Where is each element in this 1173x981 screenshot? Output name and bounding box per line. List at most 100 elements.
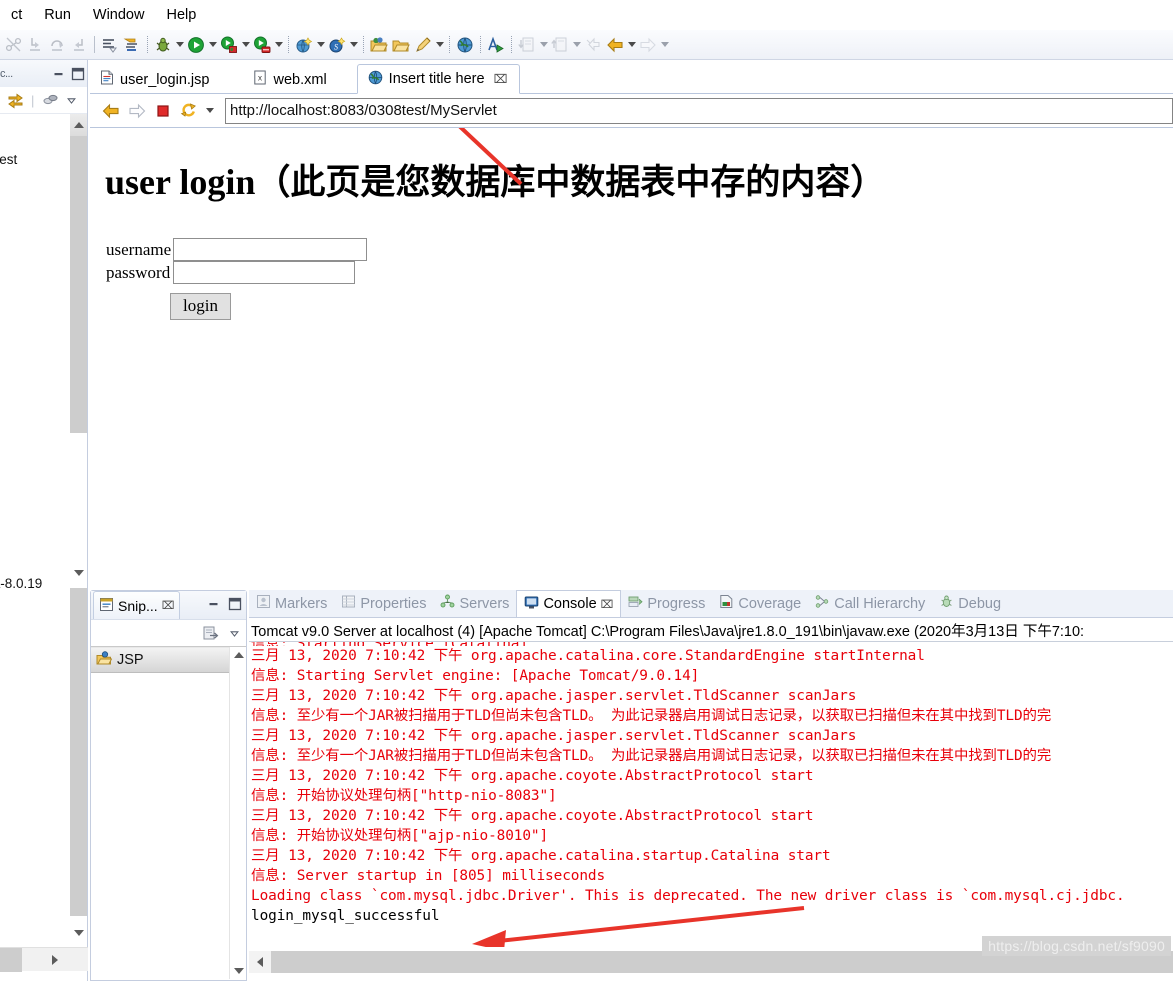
minimize-button[interactable] — [49, 64, 68, 83]
run-stop-server-icon[interactable] — [251, 34, 273, 56]
run-server-icon[interactable] — [218, 34, 240, 56]
maximize-button[interactable] — [225, 594, 244, 613]
editor-tab-user-login-jsp[interactable]: user_login.jsp — [90, 64, 221, 94]
browser-refresh-icon[interactable] — [178, 100, 200, 122]
open-resource-icon[interactable] — [390, 34, 412, 56]
chevron-down-icon[interactable] — [538, 34, 549, 56]
scrollbar-thumb[interactable] — [70, 136, 87, 433]
chevron-down-icon[interactable] — [626, 34, 637, 56]
toolbar-separator — [288, 36, 289, 53]
tab-progress[interactable]: Progress — [621, 590, 712, 617]
tab-coverage[interactable]: Coverage — [712, 590, 808, 617]
maximize-button[interactable] — [68, 64, 87, 83]
customize-palette-icon[interactable] — [199, 622, 221, 644]
open-type-icon[interactable] — [121, 34, 143, 56]
step-over-icon[interactable] — [46, 34, 68, 56]
skip-breakpoints-icon[interactable] — [2, 34, 24, 56]
view-menu-icon[interactable] — [229, 622, 240, 644]
chevron-down-icon[interactable] — [273, 34, 284, 56]
scroll-down-button-lower[interactable] — [70, 916, 87, 950]
run-icon[interactable] — [185, 34, 207, 56]
project-explorer-panel: c... | 8test va-8.0.19 — [0, 60, 88, 591]
project-explorer-lower-strip — [0, 588, 88, 981]
minimize-button[interactable] — [204, 594, 223, 613]
scroll-up-button[interactable] — [234, 652, 244, 658]
tab-console[interactable]: Console ⌧ — [516, 590, 622, 617]
tree-item-project[interactable]: 8test — [0, 152, 17, 167]
scroll-right-button[interactable] — [22, 954, 88, 965]
project-explorer-tree[interactable]: 8test va-8.0.19 — [0, 114, 87, 591]
link-with-editor-icon[interactable] — [4, 89, 26, 111]
login-button[interactable]: login — [170, 293, 231, 320]
snippets-tab[interactable]: Snip... ⌧ — [93, 591, 181, 619]
tab-underline — [90, 93, 1173, 94]
chevron-down-icon[interactable] — [659, 34, 670, 56]
menu-help[interactable]: Help — [155, 7, 207, 23]
view-menu-icon[interactable] — [66, 89, 77, 111]
tab-properties[interactable]: Properties — [334, 590, 433, 617]
close-icon[interactable]: ⌧ — [601, 598, 614, 611]
forward-arrow-icon[interactable] — [637, 34, 659, 56]
username-input[interactable] — [173, 238, 368, 261]
browser-back-icon[interactable] — [100, 100, 122, 122]
chevron-down-icon[interactable] — [315, 34, 326, 56]
debug-icon[interactable] — [152, 34, 174, 56]
back-history-icon[interactable] — [582, 34, 604, 56]
back-arrow-icon[interactable] — [604, 34, 626, 56]
open-folder-icon[interactable] — [368, 34, 390, 56]
password-row: password — [106, 261, 367, 284]
new-web-project-icon[interactable] — [293, 34, 315, 56]
url-bar[interactable]: http://localhost:8083/0308test/MyServlet — [225, 97, 1173, 124]
snippets-item-jsp[interactable]: JSP — [91, 647, 230, 673]
download-icon[interactable] — [516, 34, 538, 56]
username-row: username — [106, 238, 368, 261]
snippets-vertical-scrollbar[interactable] — [229, 647, 246, 979]
project-explorer-tab-label[interactable]: c... — [0, 68, 13, 80]
browser-forward-icon[interactable] — [126, 100, 148, 122]
console-output[interactable]: 信息: Starting Service [Catalina] 三月 13, 2… — [249, 642, 1173, 947]
menu-window[interactable]: Window — [82, 7, 156, 23]
web-browser-icon[interactable] — [454, 34, 476, 56]
step-return-icon[interactable] — [68, 34, 90, 56]
tab-servers[interactable]: Servers — [433, 590, 516, 617]
chevron-down-icon[interactable] — [434, 34, 445, 56]
tab-markers[interactable]: Markers — [249, 590, 334, 617]
password-input[interactable] — [173, 261, 356, 284]
open-task-icon[interactable] — [99, 34, 121, 56]
chevron-down-icon[interactable] — [348, 34, 359, 56]
chevron-down-icon[interactable] — [174, 34, 185, 56]
scroll-down-button[interactable] — [70, 562, 87, 584]
properties-icon — [341, 594, 356, 613]
console-line: 三月 13, 2020 7:10:42 下午 org.apache.coyote… — [251, 768, 814, 784]
edit-pencil-icon[interactable] — [412, 34, 434, 56]
url-text[interactable]: http://localhost:8083/0308test/MyServlet — [230, 102, 497, 119]
tab-call-hierarchy[interactable]: Call Hierarchy — [808, 590, 932, 617]
chevron-down-icon[interactable] — [207, 34, 218, 56]
view-filters-icon[interactable] — [39, 89, 61, 111]
browser-stop-icon[interactable] — [152, 100, 174, 122]
chevron-down-icon[interactable] — [204, 100, 215, 122]
scroll-up-button[interactable] — [70, 114, 87, 136]
chevron-down-icon[interactable] — [240, 34, 251, 56]
horizontal-scrollbar-lower[interactable] — [0, 947, 88, 972]
editor-tab-insert-title-here[interactable]: Insert title here ⌧ — [356, 64, 521, 94]
step-into-icon[interactable] — [24, 34, 46, 56]
new-server-icon[interactable]: S — [326, 34, 348, 56]
search-launch-icon[interactable] — [485, 34, 507, 56]
close-icon[interactable]: ⌧ — [494, 72, 508, 86]
menu-project-truncated[interactable]: ct — [0, 7, 33, 23]
tab-label: Console — [543, 596, 597, 612]
upload-icon[interactable] — [549, 34, 571, 56]
lower-scrollbar-thumb[interactable] — [70, 588, 87, 950]
scroll-left-button[interactable] — [249, 951, 271, 973]
editor-tab-web-xml[interactable]: x web.xml — [243, 64, 338, 94]
snippets-window-buttons — [204, 594, 244, 613]
close-icon[interactable]: ⌧ — [162, 599, 175, 612]
project-explorer-vertical-scrollbar[interactable] — [70, 114, 87, 584]
snippets-list[interactable]: JSP — [91, 647, 246, 979]
hscroll-thumb[interactable] — [0, 947, 22, 972]
chevron-down-icon[interactable] — [571, 34, 582, 56]
scroll-down-button[interactable] — [234, 968, 244, 974]
menu-run[interactable]: Run — [33, 7, 82, 23]
tab-debug[interactable]: Debug — [932, 590, 1008, 617]
